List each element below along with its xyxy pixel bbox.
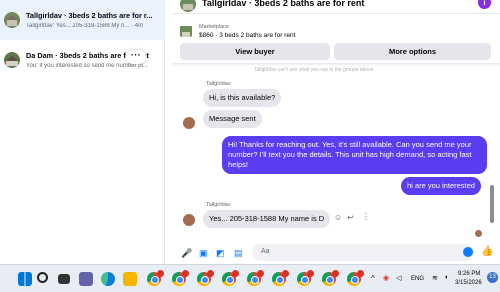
marketplace-label: Marketplace	[199, 24, 229, 30]
composer: 🎤 ▣ ◩ ▤ Aa 👍	[172, 240, 500, 264]
read-receipt-avatar	[475, 230, 482, 237]
chrome-icon[interactable]	[322, 270, 339, 286]
notification-badge[interactable]: 13	[487, 272, 498, 283]
task-view-icon[interactable]	[58, 274, 70, 284]
location-icon[interactable]: ◁	[396, 274, 401, 282]
language-indicator[interactable]: ENG	[411, 276, 424, 282]
contact-avatar[interactable]	[183, 117, 195, 129]
chrome-icon[interactable]	[197, 270, 214, 286]
group-notice: Tallgirldav can't see what you say in th…	[254, 67, 374, 73]
chrome-icon[interactable]	[247, 270, 264, 286]
chat-header: Tallgirldav · 3beds 2 baths are for rent…	[172, 0, 500, 14]
listing-thumbnail	[180, 25, 192, 37]
incoming-message[interactable]: Yes... 205-318-1588 My name is D	[203, 210, 331, 228]
message-input-placeholder: Aa	[261, 248, 270, 255]
conversation-preview: You: if you interested so send me number…	[26, 63, 148, 69]
listing-title: $860 · 3 beds 2 baths are for rent	[199, 32, 296, 39]
reply-icon[interactable]: ↩	[347, 213, 354, 222]
chevron-up-icon[interactable]: ^	[371, 274, 375, 283]
more-actions-icon[interactable]: ⋮	[362, 212, 370, 221]
conversation-preview: Tallgirldav: Yes... 205-318-1588 My n...	[26, 23, 130, 29]
conversation-title: Tallgirldav · 3beds 2 baths are for r...	[26, 11, 153, 20]
chrome-icon[interactable]	[172, 270, 189, 286]
clock-date[interactable]: 3/15/2026	[455, 280, 482, 286]
teams-icon[interactable]	[79, 272, 93, 286]
chrome-icon[interactable]	[297, 270, 314, 286]
file-explorer-icon[interactable]	[123, 272, 137, 286]
sender-name: Tallgirldav	[206, 202, 231, 208]
emoji-react-icon[interactable]: ☺	[334, 213, 342, 222]
search-icon[interactable]	[37, 272, 48, 283]
edge-icon[interactable]	[101, 272, 115, 286]
scrollbar[interactable]	[490, 185, 494, 223]
chat-panel: Tallgirldav · 3beds 2 baths are for rent…	[172, 0, 500, 264]
incoming-message[interactable]: Hi, is this available?	[203, 89, 282, 107]
contact-avatar[interactable]	[183, 214, 195, 226]
info-icon[interactable]: i	[478, 0, 491, 9]
wifi-icon[interactable]: ≋	[432, 274, 438, 282]
chrome-icon[interactable]	[272, 270, 289, 286]
volume-icon[interactable]: ◖	[444, 274, 448, 281]
chrome-icon[interactable]	[347, 270, 364, 286]
gif-icon[interactable]: ▤	[234, 248, 243, 259]
conversation-list: Tallgirldav · 3beds 2 baths are for r...…	[0, 0, 165, 264]
chat-title[interactable]: Tallgirldav · 3beds 2 baths are for rent	[202, 0, 364, 8]
sender-name: Tallgirldav	[206, 81, 231, 87]
tray-app-icon[interactable]: ◉	[383, 274, 389, 282]
view-buyer-button[interactable]: View buyer	[180, 43, 330, 60]
emoji-icon[interactable]	[463, 247, 473, 257]
divider	[172, 63, 500, 66]
house-thumbnail	[4, 12, 20, 28]
conversation-time: · 4m	[131, 23, 144, 29]
clock-time[interactable]: 9:26 PM	[458, 271, 480, 277]
outgoing-message[interactable]: Hi! Thanks for reaching out. Yes, it's s…	[222, 136, 487, 174]
microphone-icon[interactable]: 🎤	[181, 248, 192, 259]
more-options-icon[interactable]: ···	[126, 50, 146, 64]
house-avatar[interactable]	[180, 0, 196, 12]
like-icon[interactable]: 👍	[481, 246, 493, 257]
more-options-button[interactable]: More options	[334, 43, 491, 60]
windows-start-icon[interactable]	[18, 272, 32, 286]
message-input[interactable]: Aa	[252, 244, 474, 261]
taskbar: ^ ◉ ◁ ENG ≋ ◖ 9:26 PM 3/15/2026 13	[0, 264, 500, 292]
conversation-item-tallgirldav[interactable]: Tallgirldav · 3beds 2 baths are for r...…	[0, 0, 165, 40]
photo-icon[interactable]: ▣	[199, 248, 208, 259]
incoming-message[interactable]: Message sent	[203, 110, 262, 128]
sticker-icon[interactable]: ◩	[216, 248, 225, 259]
chrome-icon[interactable]	[222, 270, 239, 286]
outgoing-message[interactable]: hi are you interested	[401, 177, 481, 195]
house-thumbnail	[4, 52, 20, 68]
chrome-icon[interactable]	[147, 270, 164, 286]
